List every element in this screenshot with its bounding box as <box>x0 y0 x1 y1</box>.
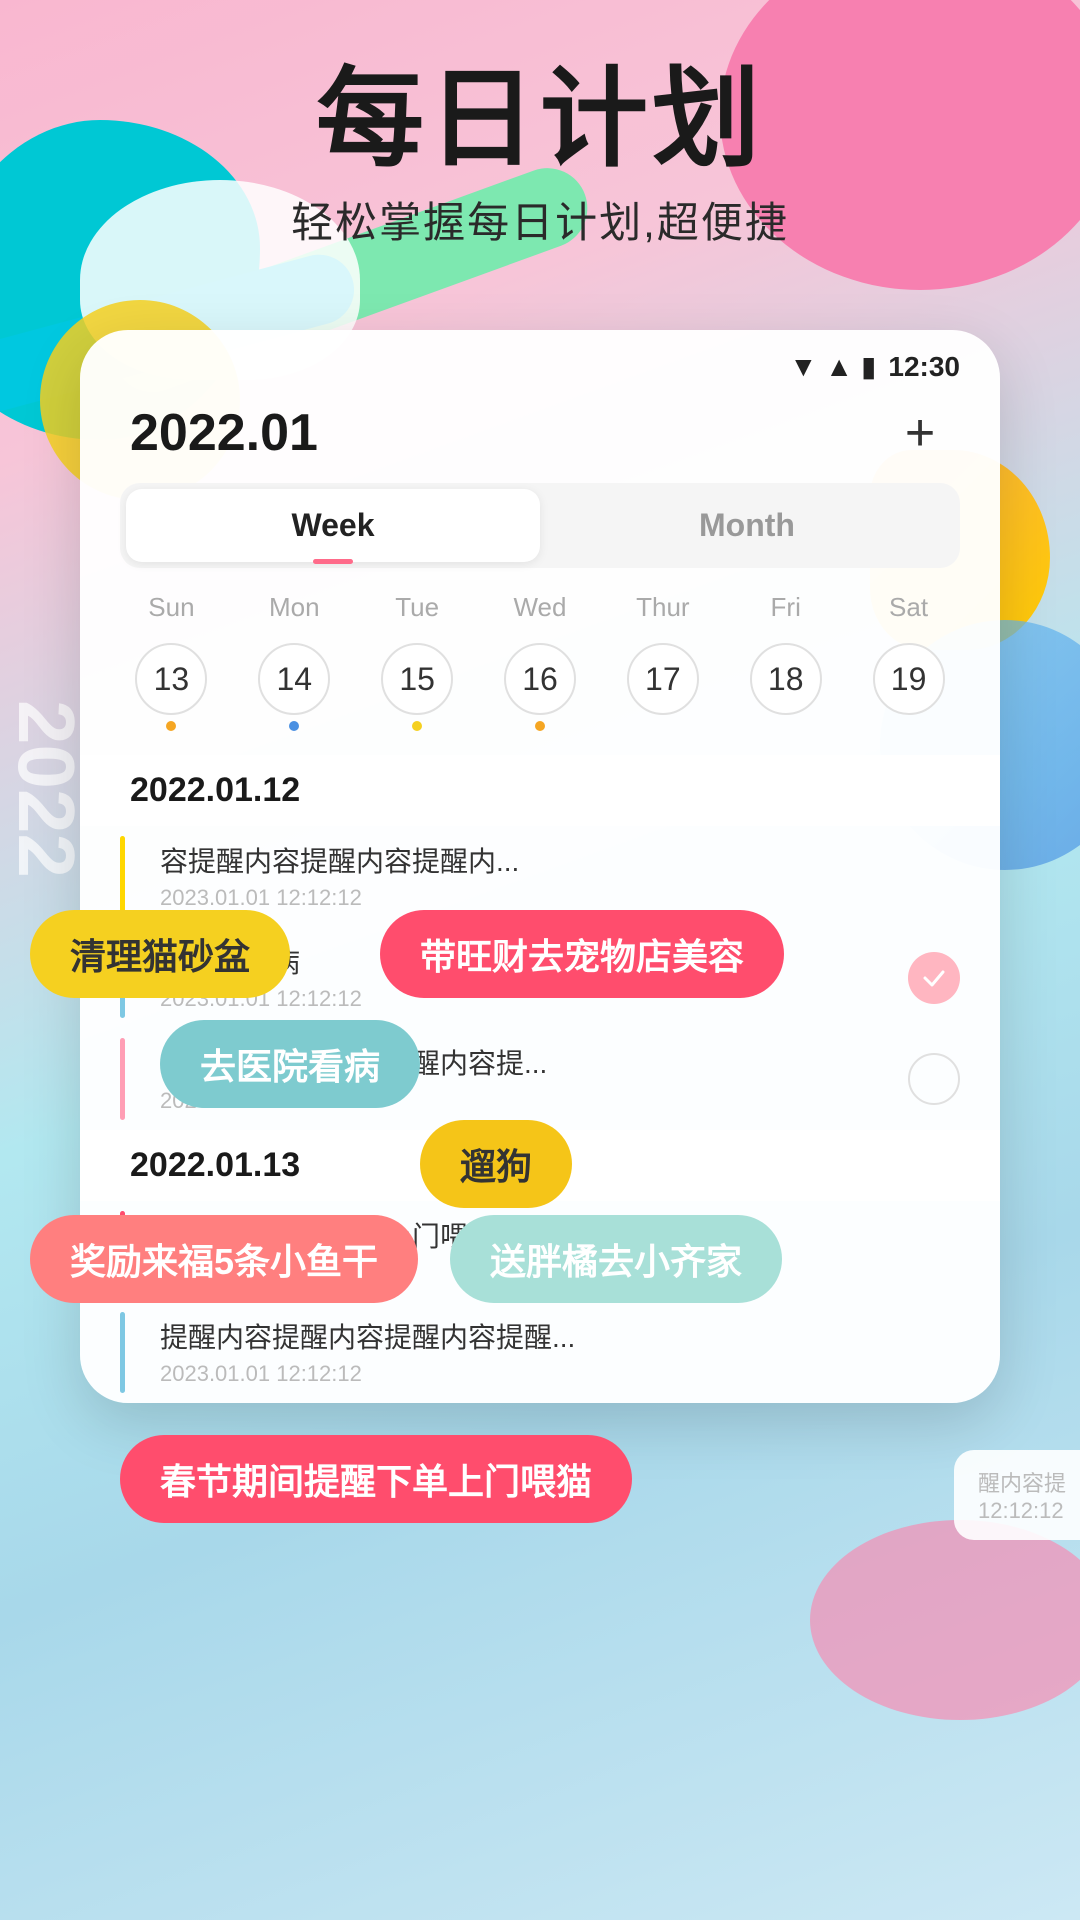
date-19[interactable]: 19 <box>847 643 970 731</box>
date-dot-15 <box>412 721 422 731</box>
signal-icon: ▲ <box>825 351 853 383</box>
weekday-wed: Wed <box>479 592 602 623</box>
weekday-fri: Fri <box>724 592 847 623</box>
date-14[interactable]: 14 <box>233 643 356 731</box>
weekday-tue: Tue <box>356 592 479 623</box>
tag-clean-litter[interactable]: 清理猫砂盆 <box>30 910 290 998</box>
status-icons: ▼ ▲ ▮ <box>790 350 877 383</box>
date-16[interactable]: 16 <box>479 643 602 731</box>
date-dot-13 <box>166 721 176 731</box>
sub-title: 轻松掌握每日计划,超便捷 <box>0 189 1080 250</box>
date-num-18: 18 <box>750 643 822 715</box>
task-check-empty-0-2[interactable] <box>908 1053 960 1105</box>
bottom-right-decoration: 醒内容提 12:12:12 <box>954 1450 1080 1540</box>
task-time-0-0: 2023.01.01 12:12:12 <box>160 885 960 911</box>
tag-reward-cat[interactable]: 奖励来福5条小鱼干 <box>30 1215 418 1303</box>
battery-icon: ▮ <box>861 350 876 383</box>
tag-send-cat[interactable]: 送胖橘去小齐家 <box>450 1215 782 1303</box>
tag-walk-dog[interactable]: 遛狗 <box>420 1120 572 1208</box>
bottom-right-text: 醒内容提 <box>978 1466 1066 1498</box>
tab-week[interactable]: Week <box>126 489 540 562</box>
date-num-19: 19 <box>873 643 945 715</box>
weekday-thur: Thur <box>601 592 724 623</box>
date-num-13: 13 <box>135 643 207 715</box>
weekday-mon: Mon <box>233 592 356 623</box>
date-18[interactable]: 18 <box>724 643 847 731</box>
status-bar: ▼ ▲ ▮ 12:30 <box>80 330 1000 393</box>
year-label: 2022 <box>0 700 92 878</box>
calendar-header: 2022.01 + <box>80 393 1000 483</box>
date-17[interactable]: 17 <box>601 643 724 731</box>
weekday-sat: Sat <box>847 592 970 623</box>
task-title-0-0: 容提醒内容提醒内容提醒内... <box>160 842 960 881</box>
header-area: 每日计划 轻松掌握每日计划,超便捷 <box>0 60 1080 250</box>
dates-row: 13 14 15 16 17 18 19 <box>80 633 1000 755</box>
weekday-sun: Sun <box>110 592 233 623</box>
date-dot-14 <box>289 721 299 731</box>
task-time-1-1: 2023.01.01 12:12:12 <box>160 1361 960 1387</box>
date-num-15: 15 <box>381 643 453 715</box>
date-dot-16 <box>535 721 545 731</box>
calendar-tabs: Week Month <box>120 483 960 568</box>
task-content-0-0: 容提醒内容提醒内容提醒内... 2023.01.01 12:12:12 <box>160 842 960 911</box>
calendar-current-date: 2022.01 <box>130 403 318 463</box>
main-title: 每日计划 <box>0 60 1080 179</box>
tag-spring-festival[interactable]: 春节期间提醒下单上门喂猫 <box>120 1435 632 1523</box>
add-task-button[interactable]: + <box>890 403 950 463</box>
task-title-1-1: 提醒内容提醒内容提醒内容提醒... <box>160 1318 960 1357</box>
date-13[interactable]: 13 <box>110 643 233 731</box>
bottom-right-time: 12:12:12 <box>978 1498 1066 1524</box>
date-num-16: 16 <box>504 643 576 715</box>
status-time: 12:30 <box>888 351 960 383</box>
date-15[interactable]: 15 <box>356 643 479 731</box>
wifi-icon: ▼ <box>790 351 818 383</box>
task-line-0-0 <box>120 836 125 917</box>
task-line-1-1 <box>120 1312 125 1393</box>
weekdays-row: Sun Mon Tue Wed Thur Fri Sat <box>80 568 1000 633</box>
task-row-1-1[interactable]: 提醒内容提醒内容提醒内容提醒... 2023.01.01 12:12:12 <box>80 1302 1000 1403</box>
task-check-0-1[interactable] <box>908 952 960 1004</box>
date-num-17: 17 <box>627 643 699 715</box>
section-date-0: 2022.01.12 <box>80 755 1000 826</box>
tag-hospital[interactable]: 去医院看病 <box>160 1020 420 1108</box>
task-line-0-2 <box>120 1038 125 1119</box>
date-num-14: 14 <box>258 643 330 715</box>
task-content-1-1: 提醒内容提醒内容提醒内容提醒... 2023.01.01 12:12:12 <box>160 1318 960 1387</box>
tab-month[interactable]: Month <box>540 489 954 562</box>
tag-pet-grooming[interactable]: 带旺财去宠物店美容 <box>380 910 784 998</box>
